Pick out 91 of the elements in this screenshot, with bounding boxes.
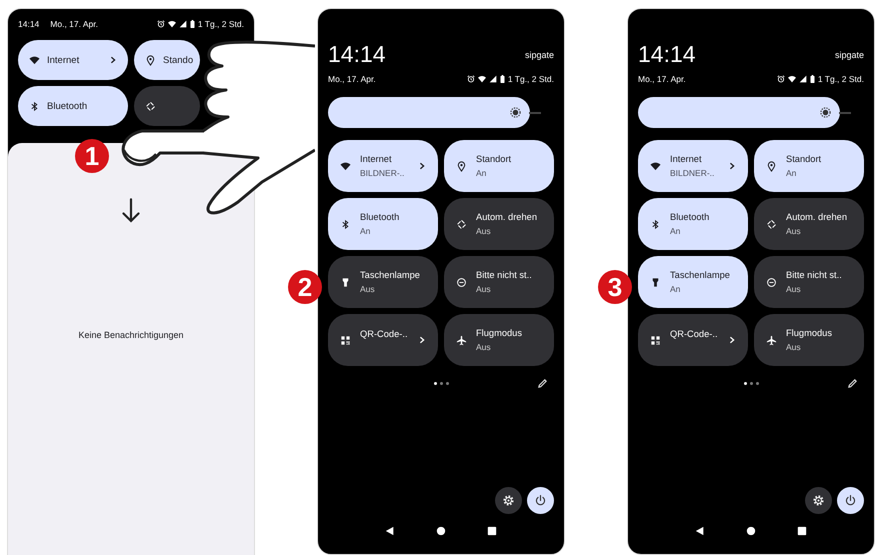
home-icon[interactable] xyxy=(436,526,446,536)
battery-text: 1 Tg., 2 Std. xyxy=(508,74,554,84)
quick-settings-tile[interactable]: QR-Code-.. xyxy=(638,314,748,366)
bluetooth-icon xyxy=(340,218,351,230)
clock: 14:14 xyxy=(638,43,696,65)
qr-code-icon xyxy=(650,334,661,346)
bluetooth-icon xyxy=(29,100,40,112)
status-date: Mo., 17. Apr. xyxy=(50,19,98,29)
page-indicator-dot[interactable] xyxy=(434,382,436,384)
location-pin-icon xyxy=(456,160,467,172)
quick-settings-tile[interactable]: Autom. drehen Aus xyxy=(754,198,864,250)
status-time: 14:14 xyxy=(18,19,40,29)
location-pin-icon xyxy=(766,160,777,172)
back-icon[interactable] xyxy=(384,526,395,536)
quick-settings-tile[interactable]: Bluetooth An xyxy=(638,198,748,250)
quick-settings-tile[interactable]: Bitte nicht st.. Aus xyxy=(754,256,864,308)
quick-settings-tile[interactable]: Taschenlampe Aus xyxy=(328,256,438,308)
down-arrow-icon xyxy=(121,198,141,224)
brightness-icon xyxy=(820,107,832,118)
quick-settings-tile[interactable]: Autom. drehen Aus xyxy=(444,198,554,250)
pencil-icon[interactable] xyxy=(537,378,548,388)
rotate-icon xyxy=(456,218,467,230)
signal-icon xyxy=(488,75,497,83)
brightness-icon xyxy=(510,107,522,118)
quick-settings-tile[interactable]: Internet BILDNER-.. xyxy=(638,140,748,192)
battery-text: 1 Tg., 2 Std. xyxy=(198,19,244,29)
quick-settings-tile[interactable]: QR-Code-.. xyxy=(328,314,438,366)
carrier-name: sipgate xyxy=(834,50,864,60)
airplane-icon xyxy=(766,334,777,346)
power-button[interactable] xyxy=(837,487,864,514)
minus-circle-icon xyxy=(766,276,777,288)
battery-icon xyxy=(810,75,815,83)
quick-settings-tile[interactable]: Standort An xyxy=(444,140,554,192)
settings-icon xyxy=(812,494,825,507)
quick-settings-tile[interactable]: Flugmodus Aus xyxy=(444,314,554,366)
battery-icon xyxy=(190,20,195,28)
bluetooth-icon xyxy=(650,218,661,230)
page-indicator-dot[interactable] xyxy=(750,382,752,384)
quick-settings-tile[interactable]: Flugmodus Aus xyxy=(754,314,864,366)
signal-icon xyxy=(178,20,187,28)
wifi-icon xyxy=(788,75,796,83)
carrier-name: sipgate xyxy=(524,50,554,60)
recents-icon[interactable] xyxy=(487,526,498,536)
signal-icon xyxy=(798,75,807,83)
quick-settings-tile[interactable]: Internet xyxy=(18,40,128,80)
empty-notifications-text: Keine Benachrichtigungen xyxy=(78,330,184,340)
page-indicator-dot[interactable] xyxy=(744,382,746,384)
settings-icon xyxy=(502,494,515,507)
wifi-icon xyxy=(29,54,40,66)
step-badge: 3 xyxy=(598,270,632,304)
home-icon[interactable] xyxy=(746,526,756,536)
battery-icon xyxy=(500,75,505,83)
settings-button[interactable] xyxy=(495,487,522,514)
quick-settings-tile[interactable]: Stando xyxy=(134,40,200,80)
wifi-icon xyxy=(340,160,351,172)
rotate-icon xyxy=(145,100,156,112)
wifi-icon xyxy=(168,20,176,28)
status-date: Mo., 17. Apr. xyxy=(328,74,376,84)
step-badge: 2 xyxy=(288,270,322,304)
page-indicator-dot[interactable] xyxy=(446,382,448,384)
quick-settings-tile[interactable]: Bluetooth An xyxy=(328,198,438,250)
page-indicator-dot[interactable] xyxy=(440,382,442,384)
flashlight-icon xyxy=(650,276,661,288)
back-icon[interactable] xyxy=(694,526,705,536)
alarm-icon xyxy=(156,20,165,28)
quick-settings-tile[interactable]: Internet BILDNER-.. xyxy=(328,140,438,192)
alarm-icon xyxy=(776,75,785,83)
quick-settings-tile[interactable] xyxy=(134,86,200,126)
quick-settings-tile[interactable]: Bitte nicht st.. Aus xyxy=(444,256,554,308)
pencil-icon[interactable] xyxy=(847,378,858,388)
wifi-icon xyxy=(650,160,661,172)
page-indicator-dot[interactable] xyxy=(756,382,758,384)
flashlight-icon xyxy=(340,276,351,288)
clock: 14:14 xyxy=(328,43,386,65)
airplane-icon xyxy=(456,334,467,346)
quick-settings-tile[interactable]: Taschenlampe An xyxy=(638,256,748,308)
battery-text: 1 Tg., 2 Std. xyxy=(818,74,864,84)
status-date: Mo., 17. Apr. xyxy=(638,74,686,84)
wifi-icon xyxy=(478,75,486,83)
power-button[interactable] xyxy=(527,487,554,514)
quick-settings-tile[interactable]: Bluetooth xyxy=(18,86,128,126)
recents-icon[interactable] xyxy=(797,526,808,536)
alarm-icon xyxy=(466,75,475,83)
location-pin-icon xyxy=(145,54,156,66)
power-icon xyxy=(534,494,547,507)
quick-settings-tile[interactable]: Standort An xyxy=(754,140,864,192)
rotate-icon xyxy=(766,218,777,230)
qr-code-icon xyxy=(340,334,351,346)
settings-button[interactable] xyxy=(805,487,832,514)
power-icon xyxy=(844,494,857,507)
minus-circle-icon xyxy=(456,276,467,288)
